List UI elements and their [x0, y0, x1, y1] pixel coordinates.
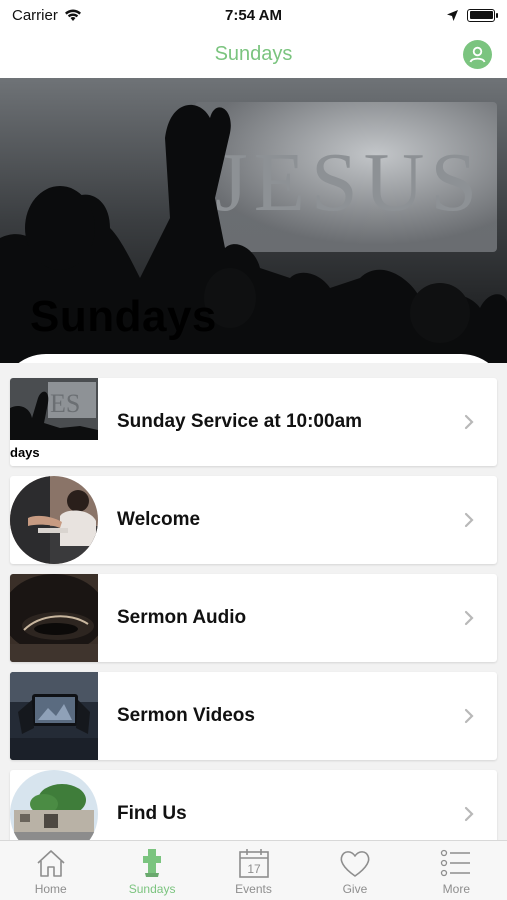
tab-bar: Home Sundays 17 Events Give More [0, 840, 507, 900]
nav-bar: Sundays [0, 30, 507, 78]
tab-label: Home [34, 882, 67, 896]
page-title: Sundays [30, 292, 217, 341]
nav-title: Sundays [214, 42, 293, 65]
user-icon [469, 46, 486, 63]
chevron-right-icon [464, 610, 474, 626]
profile-button[interactable] [463, 40, 492, 69]
list-item-sunday-service[interactable]: ES days Sunday Service at 10:00am [10, 378, 497, 466]
calendar-day: 17 [247, 862, 261, 876]
list-icon [441, 849, 471, 877]
tab-more[interactable]: More [406, 841, 507, 900]
sunday-service-thumbnail: ES days [10, 378, 98, 466]
list-item-sermon-videos[interactable]: Sermon Videos [10, 672, 497, 760]
tab-label: Events [235, 882, 272, 896]
tab-give[interactable]: Give [304, 841, 405, 900]
chevron-right-icon [464, 806, 474, 822]
status-bar: Carrier 7:54 AM [0, 0, 507, 30]
battery-icon [467, 8, 498, 22]
list-item-welcome[interactable]: Welcome [10, 476, 497, 564]
status-time: 7:54 AM [225, 6, 282, 24]
heart-icon [340, 851, 370, 877]
hero-card [0, 354, 507, 363]
thumbnail-caption: days [10, 445, 40, 460]
calendar-icon: 17 [238, 849, 269, 878]
list-item-label: Sunday Service at 10:00am [117, 411, 363, 432]
tab-label: Give [342, 882, 368, 896]
chevron-right-icon [464, 708, 474, 724]
chevron-right-icon [464, 512, 474, 528]
list-item-label: Sermon Audio [117, 607, 247, 628]
welcome-thumbnail [10, 476, 98, 564]
list-item-sermon-audio[interactable]: Sermon Audio [10, 574, 497, 662]
home-icon [37, 850, 65, 877]
sermon-audio-thumbnail [10, 574, 98, 662]
svg-text:ES: ES [50, 389, 80, 418]
cross-icon [143, 849, 162, 877]
tab-label: Sundays [128, 882, 176, 896]
tab-sundays[interactable]: Sundays [101, 841, 202, 900]
tab-events[interactable]: 17 Events [203, 841, 304, 900]
chevron-right-icon [464, 414, 474, 430]
tab-label: More [442, 882, 470, 896]
sermon-videos-thumbnail [10, 672, 98, 760]
list-item-label: Sermon Videos [117, 705, 255, 726]
list-item-label: Find Us [117, 803, 187, 824]
svg-text:JESUS: JESUS [215, 136, 483, 229]
tab-home[interactable]: Home [0, 841, 101, 900]
list-item-label: Welcome [117, 509, 201, 530]
content-list: ES days Sunday Service at 10:00am Welcom… [10, 378, 497, 868]
